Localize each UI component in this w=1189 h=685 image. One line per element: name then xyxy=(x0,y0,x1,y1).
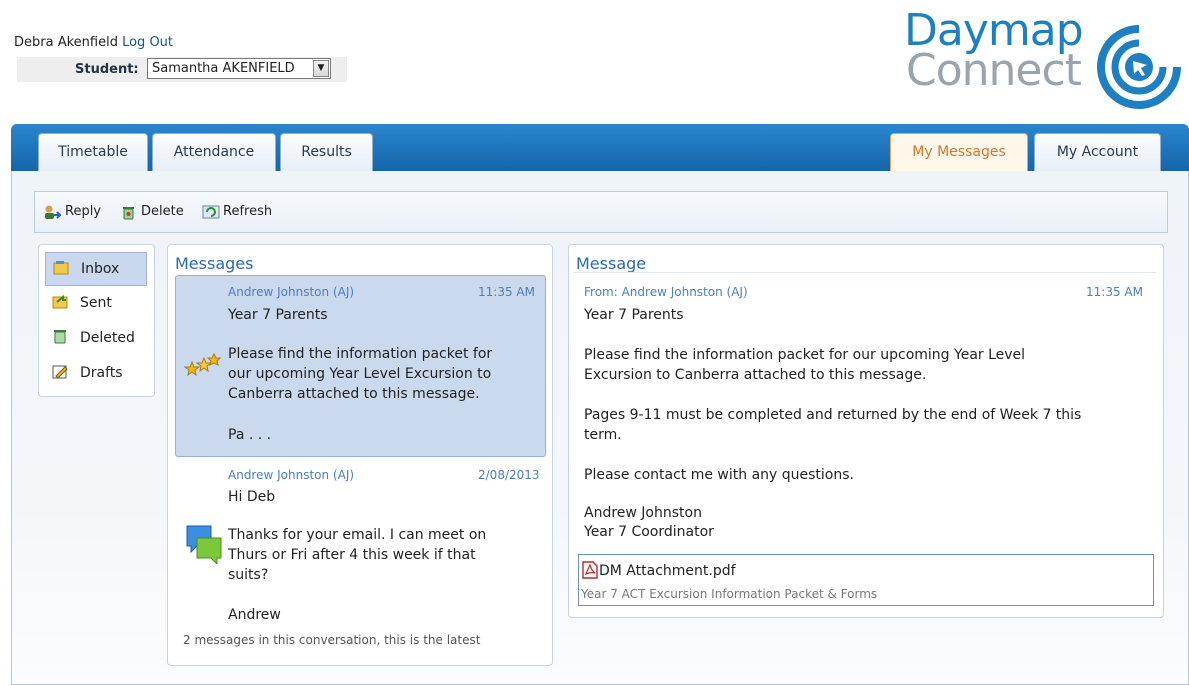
message-subject: Year 7 Parents xyxy=(228,307,328,323)
student-select-value: Samantha AKENFIELD xyxy=(152,61,295,76)
detail-from: From: Andrew Johnston (AJ) xyxy=(584,285,748,299)
user-line: Debra Akenfield Log Out xyxy=(14,35,173,50)
messages-panel-title: Messages xyxy=(175,254,254,273)
message-preview-line-1: Please find the information packet for xyxy=(228,346,493,362)
folder-deleted-label: Deleted xyxy=(80,330,135,346)
logo-mark-icon xyxy=(1097,25,1181,109)
student-label: Student: xyxy=(75,62,139,77)
folder-inbox[interactable]: Inbox xyxy=(45,252,147,286)
message-detail-title: Message xyxy=(576,254,647,273)
message-preview-line-2: our upcoming Year Level Excursion to xyxy=(228,366,492,382)
detail-time: 11:35 AM xyxy=(1086,285,1143,299)
detail-signature-title: Year 7 Coordinator xyxy=(584,524,714,540)
message-subject: Hi Deb xyxy=(228,489,276,505)
student-select[interactable]: Samantha AKENFIELD ▼ xyxy=(147,58,331,79)
reply-icon[interactable] xyxy=(43,204,61,220)
tab-my-account[interactable]: My Account xyxy=(1034,133,1161,171)
tab-my-messages[interactable]: My Messages xyxy=(890,133,1028,171)
detail-para3: Please contact me with any questions. xyxy=(584,467,854,483)
message-preview-line-3: suits? xyxy=(228,567,269,583)
conversation-icon xyxy=(186,525,222,564)
attachment-description: Year 7 ACT Excursion Information Packet … xyxy=(581,587,878,601)
folder-drafts-label: Drafts xyxy=(80,365,123,381)
folder-sent[interactable]: Sent xyxy=(45,287,147,321)
message-sender: Andrew Johnston (AJ) xyxy=(228,468,355,482)
detail-para1-line1: Please find the information packet for o… xyxy=(584,347,1026,363)
attachment-link[interactable]: DM Attachment.pdf xyxy=(599,563,736,579)
trash-icon xyxy=(54,330,66,344)
delete-icon[interactable] xyxy=(120,204,138,220)
detail-para2-line1: Pages 9-11 must be completed and returne… xyxy=(584,407,1082,423)
message-preview-line-2: Thurs or Fri after 4 this week if that xyxy=(228,547,476,563)
drafts-icon xyxy=(52,365,68,379)
message-signoff: Andrew xyxy=(228,607,281,623)
folder-inbox-label: Inbox xyxy=(81,261,120,277)
refresh-button[interactable]: Refresh xyxy=(223,204,272,219)
detail-signature-name: Andrew Johnston xyxy=(584,505,702,521)
conversation-note: 2 messages in this conversation, this is… xyxy=(183,633,481,647)
folder-sent-label: Sent xyxy=(80,295,112,311)
inbox-icon xyxy=(53,261,69,275)
user-name: Debra Akenfield xyxy=(14,35,118,50)
message-preview-ellipsis: Pa . . . xyxy=(228,427,272,443)
tab-attendance[interactable]: Attendance xyxy=(152,133,276,171)
folder-deleted[interactable]: Deleted xyxy=(45,322,147,356)
message-preview-line-3: Canberra attached to this message. xyxy=(228,386,480,402)
logout-link[interactable]: Log Out xyxy=(122,35,173,50)
detail-divider xyxy=(574,272,1156,273)
folder-drafts[interactable]: Drafts xyxy=(45,357,147,391)
pdf-icon xyxy=(582,561,598,579)
sent-icon xyxy=(52,294,68,309)
message-preview-line-1: Thanks for your email. I can meet on xyxy=(228,527,487,543)
detail-subject: Year 7 Parents xyxy=(584,307,684,323)
message-time: 11:35 AM xyxy=(478,285,535,299)
message-time: 2/08/2013 xyxy=(478,468,540,482)
reply-button[interactable]: Reply xyxy=(65,204,101,219)
logo-text-connect: Connect xyxy=(906,45,1082,96)
detail-para2-line2: term. xyxy=(584,427,622,443)
tab-timetable[interactable]: Timetable xyxy=(38,133,148,171)
stars-icon xyxy=(184,352,222,377)
message-sender: Andrew Johnston (AJ) xyxy=(228,285,355,299)
tab-results[interactable]: Results xyxy=(280,133,373,171)
daymap-connect-logo: Daymap Connect xyxy=(900,5,1185,115)
refresh-icon[interactable] xyxy=(202,204,220,220)
delete-button[interactable]: Delete xyxy=(141,204,184,219)
chevron-down-icon[interactable]: ▼ xyxy=(313,60,329,77)
detail-para1-line2: Excursion to Canberra attached to this m… xyxy=(584,367,927,383)
